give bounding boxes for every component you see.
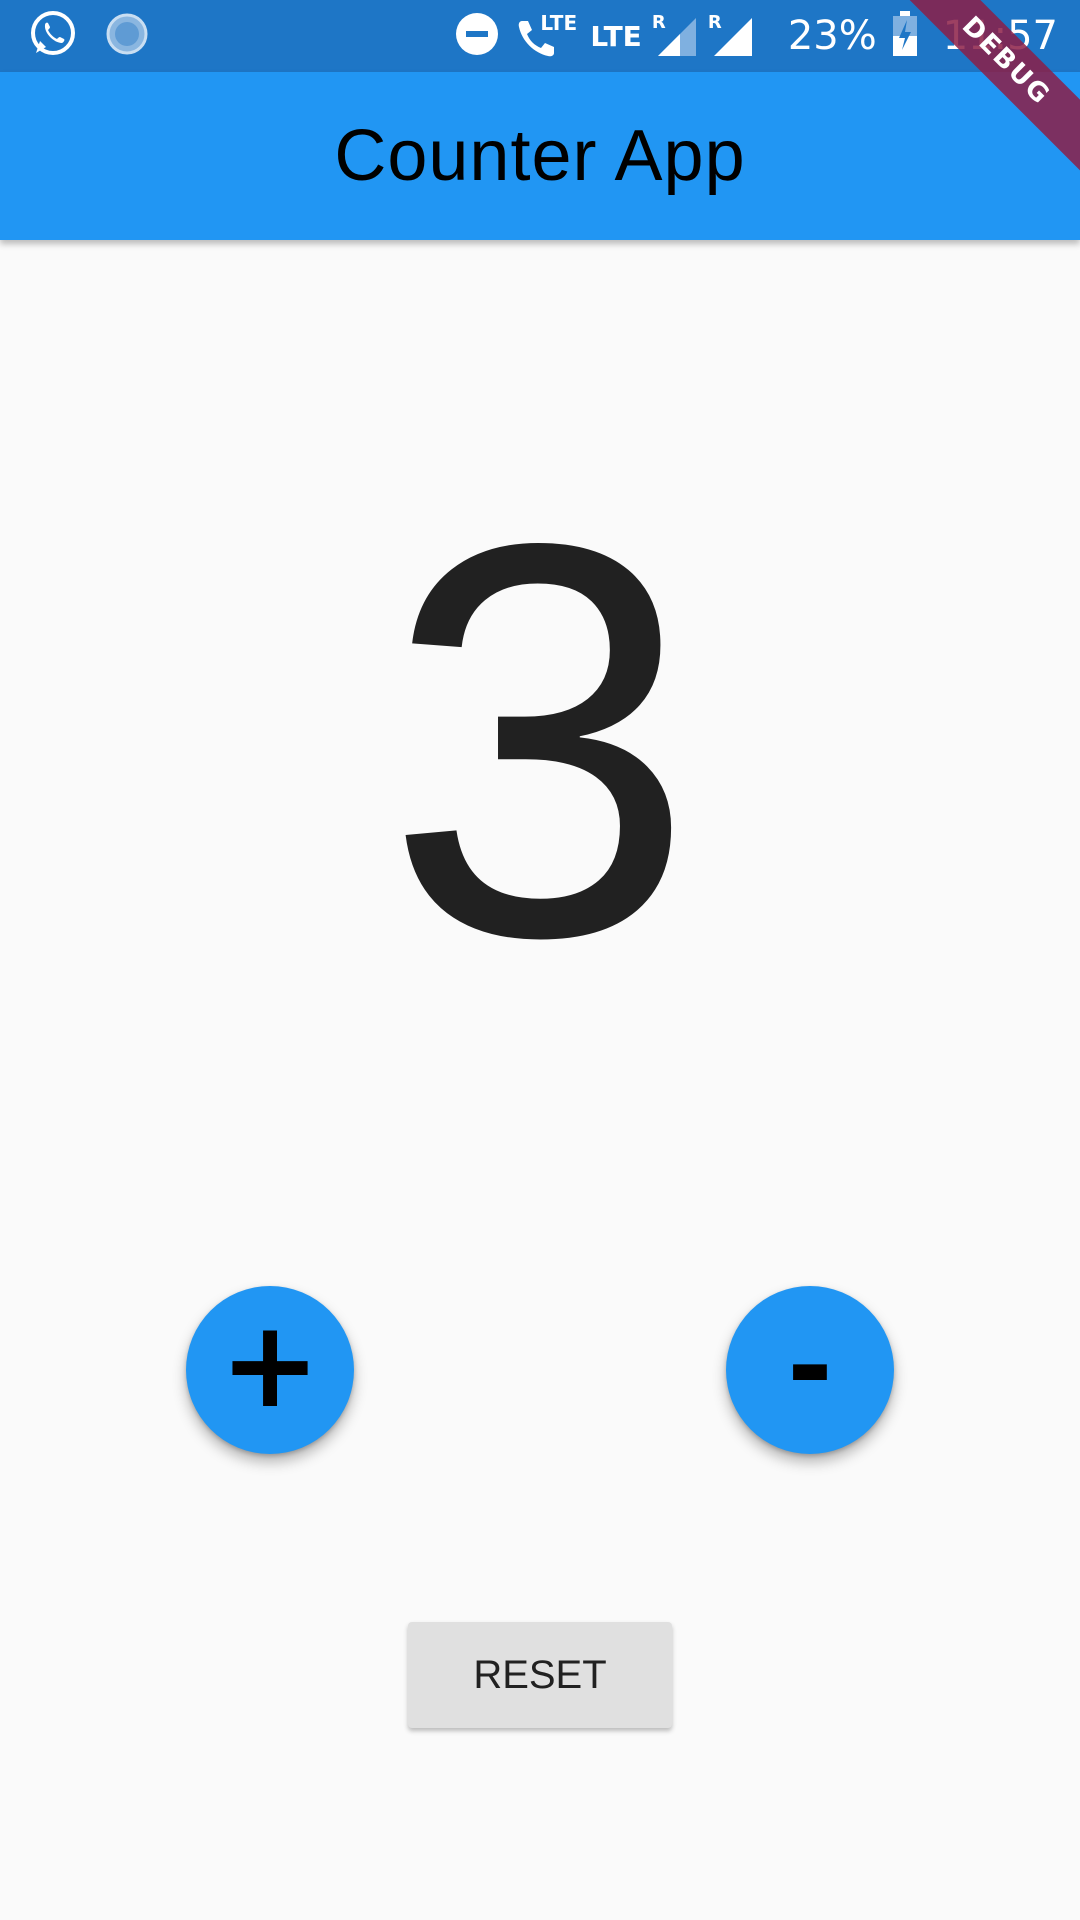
lte-call-label: LTE xyxy=(540,11,578,35)
signal-icon: R xyxy=(708,12,754,58)
counter-value: 3 xyxy=(384,427,696,1053)
reset-button-label: RESET xyxy=(473,1652,607,1697)
increment-button[interactable]: + xyxy=(186,1286,354,1454)
roaming-indicator: R xyxy=(651,12,666,33)
status-bar-notifications xyxy=(28,10,150,62)
volte-call-icon: LTE xyxy=(514,11,578,61)
status-bar: LTE LTE R R 23% xyxy=(0,0,1080,72)
page-title: Counter App xyxy=(334,116,746,196)
plus-icon: + xyxy=(219,1296,321,1435)
whatsapp-icon xyxy=(28,9,78,64)
loading-icon xyxy=(104,11,150,62)
app-bar: Counter App xyxy=(0,72,1080,240)
lte-label: LTE xyxy=(590,19,642,53)
app-screen: LTE LTE R R 23% DEBUG Counter App 3 + - … xyxy=(0,0,1080,1920)
signal-icon: R xyxy=(652,12,698,58)
battery-charging-icon xyxy=(891,10,919,63)
roaming-indicator: R xyxy=(707,12,722,33)
do-not-disturb-icon xyxy=(454,11,500,62)
minus-icon: - xyxy=(787,1302,833,1430)
reset-button[interactable]: RESET xyxy=(408,1622,672,1728)
decrement-button[interactable]: - xyxy=(726,1286,894,1454)
battery-percentage: 23% xyxy=(787,13,877,59)
